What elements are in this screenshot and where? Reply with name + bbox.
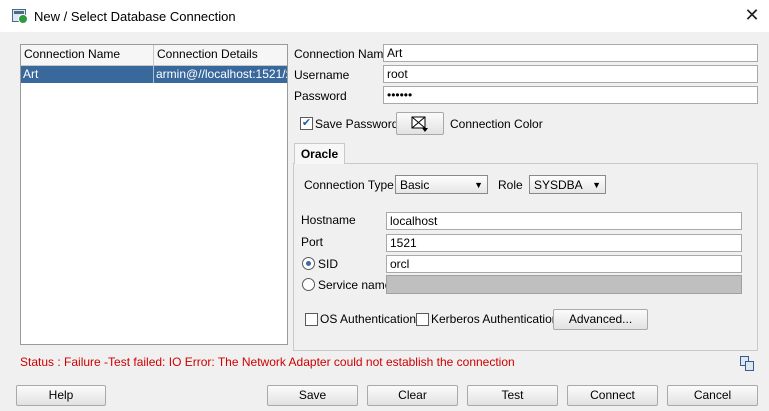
window-title: New / Select Database Connection [34, 9, 236, 24]
kerberos-authentication-checkbox[interactable] [416, 313, 429, 326]
save-password-label: Save Password [315, 117, 399, 131]
hostname-label: Hostname [301, 213, 356, 227]
connection-color-label: Connection Color [450, 117, 543, 131]
sid-input[interactable]: orcl [386, 255, 742, 273]
password-input[interactable]: •••••• [383, 86, 758, 104]
test-button[interactable]: Test [467, 385, 558, 406]
service-name-radio[interactable] [302, 278, 315, 291]
hostname-input[interactable]: localhost [386, 212, 742, 230]
advanced-button[interactable]: Advanced... [553, 309, 648, 330]
role-select[interactable]: SYSDBA ▼ [529, 175, 606, 194]
kerberos-authentication-label: Kerberos Authentication [431, 312, 559, 326]
tab-oracle[interactable]: Oracle [294, 143, 345, 164]
connection-type-select[interactable]: Basic ▼ [395, 175, 488, 194]
chevron-down-icon: ▼ [474, 180, 483, 190]
connection-list[interactable]: Connection Name Connection Details Art a… [20, 44, 288, 345]
database-connection-icon [12, 9, 28, 24]
role-value: SYSDBA [534, 178, 583, 192]
cancel-button[interactable]: Cancel [667, 385, 758, 406]
help-button[interactable]: Help [16, 385, 106, 406]
connection-row[interactable]: Art armin@//localhost:1521/xe [21, 66, 287, 83]
clear-button[interactable]: Clear [367, 385, 458, 406]
connect-button[interactable]: Connect [567, 385, 658, 406]
column-header-connection-name[interactable]: Connection Name [21, 45, 154, 65]
column-header-connection-details[interactable]: Connection Details [154, 45, 287, 65]
username-input[interactable]: root [383, 65, 758, 83]
service-name-label: Service name [318, 278, 392, 292]
color-picker-icon [411, 116, 428, 132]
os-authentication-checkbox[interactable] [305, 313, 318, 326]
os-authentication-label: OS Authentication [320, 312, 417, 326]
sid-label: SID [318, 257, 339, 271]
connection-name-input[interactable]: Art [383, 44, 758, 62]
connection-color-button[interactable] [396, 112, 444, 135]
username-label: Username [294, 68, 350, 82]
connection-row-name: Art [21, 66, 154, 83]
save-password-checkbox[interactable]: ✔ [300, 117, 313, 130]
close-icon[interactable]: ✕ [740, 4, 764, 26]
save-button[interactable]: Save [267, 385, 358, 406]
connection-name-label: Connection Name [294, 47, 391, 61]
role-label: Role [498, 178, 523, 192]
chevron-down-icon: ▼ [592, 180, 601, 190]
port-label: Port [301, 235, 324, 249]
status-message: Status : Failure -Test failed: IO Error:… [20, 355, 515, 369]
port-input[interactable]: 1521 [386, 234, 742, 252]
connection-row-details: armin@//localhost:1521/xe [156, 67, 287, 81]
copy-icon[interactable] [740, 356, 755, 371]
sid-radio[interactable] [302, 257, 315, 270]
connection-list-header: Connection Name Connection Details [21, 45, 287, 66]
service-name-input [386, 275, 742, 294]
connection-type-value: Basic [400, 178, 430, 192]
connection-type-label: Connection Type [304, 178, 394, 192]
password-label: Password [294, 89, 347, 103]
title-bar: New / Select Database Connection ✕ [0, 0, 769, 32]
